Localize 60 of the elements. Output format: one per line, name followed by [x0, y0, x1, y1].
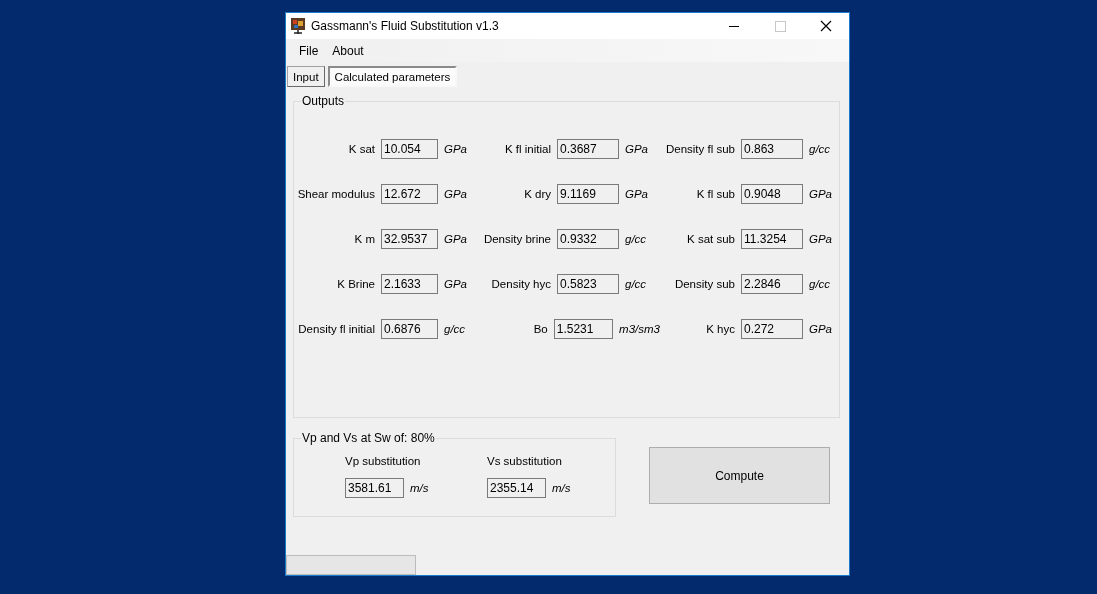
output-field[interactable]: 2.1633 [381, 274, 438, 294]
output-field[interactable]: 0.5823 [557, 274, 619, 294]
output-field[interactable]: 1.5231 [553, 319, 614, 339]
unit-label: GPa [444, 143, 467, 155]
unit-label: GPa [444, 188, 467, 200]
field-label: Vp substitution [345, 455, 422, 467]
field-label: K sat sub [686, 233, 735, 245]
field-label: Vs substitution [487, 455, 563, 467]
output-field[interactable]: 32.9537 [381, 229, 438, 249]
output-field[interactable]: 3581.61 [345, 478, 404, 498]
group-title: Vp and Vs at Sw of: 80% [301, 431, 436, 445]
output-field[interactable]: 0.9048 [741, 184, 803, 204]
unit-label: GPa [625, 188, 648, 200]
output-field[interactable]: 9.1169 [557, 184, 619, 204]
output-field[interactable]: 0.3687 [557, 139, 619, 159]
unit-label: GPa [444, 233, 467, 245]
output-field[interactable]: 2355.14 [487, 478, 546, 498]
unit-label: m/s [410, 482, 429, 494]
output-field[interactable]: 10.054 [381, 139, 438, 159]
unit-label: GPa [625, 143, 648, 155]
field-label: K m [353, 233, 375, 245]
unit-label: m/s [552, 482, 571, 494]
unit-label: GPa [809, 233, 832, 245]
unit-label: m3/sm3 [619, 323, 660, 335]
field-label: Bo [532, 323, 548, 335]
output-field[interactable]: 0.9332 [557, 229, 619, 249]
unit-label: g/cc [625, 278, 647, 290]
unit-label: GPa [444, 278, 467, 290]
compute-button[interactable]: Compute [649, 447, 830, 504]
field-label: K fl sub [695, 188, 735, 200]
unit-label: GPa [809, 323, 832, 335]
output-field[interactable]: 11.3254 [741, 229, 803, 249]
unit-label: GPa [809, 188, 832, 200]
field-label: K fl initial [503, 143, 551, 155]
output-field[interactable]: 0.6876 [381, 319, 438, 339]
tab[interactable]: Input [287, 66, 325, 87]
field-label: Density fl initial [297, 323, 375, 335]
menu-item[interactable]: File [292, 43, 326, 58]
output-field[interactable]: 2.2846 [741, 274, 803, 294]
field-label: K Brine [336, 278, 375, 290]
unit-label: g/cc [444, 323, 466, 335]
app-icon [291, 18, 305, 34]
output-field[interactable]: 0.272 [741, 319, 803, 339]
field-label: Density brine [483, 233, 551, 245]
field-label: K sat [347, 143, 375, 155]
field-label: Density hyc [490, 278, 551, 290]
field-label: K hyc [705, 323, 735, 335]
output-field[interactable]: 0.863 [741, 139, 803, 159]
unit-label: g/cc [809, 143, 831, 155]
group-title: Outputs [301, 94, 346, 108]
unit-label: g/cc [809, 278, 831, 290]
window-title: Gassmann's Fluid Substitution v1.3 [311, 19, 499, 33]
field-label: K dry [523, 188, 551, 200]
menu-item[interactable]: About [325, 43, 371, 58]
field-label: Density fl sub [664, 143, 735, 155]
field-label: Shear modulus [296, 188, 375, 200]
field-label: Density sub [673, 278, 735, 290]
tab[interactable]: Calculated parameters [327, 66, 458, 87]
unit-label: g/cc [625, 233, 647, 245]
output-field[interactable]: 12.672 [381, 184, 438, 204]
